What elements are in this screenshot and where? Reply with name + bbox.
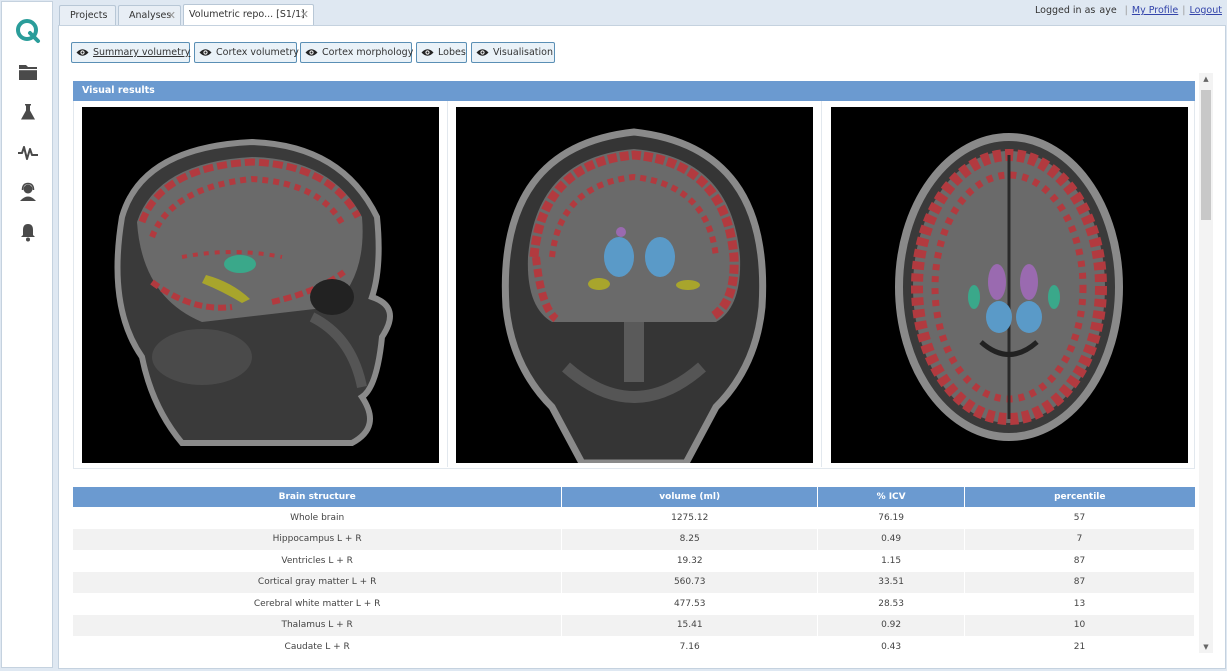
table-row: Cerebral white matter L + R 477.53 28.53 13: [73, 593, 1195, 615]
table-header-row: Brain structure volume (ml) % ICV percen…: [73, 487, 1195, 507]
tab-projects[interactable]: Projects: [59, 5, 116, 26]
column-header[interactable]: volume (ml): [561, 487, 819, 507]
table-cell: 33.51: [817, 571, 966, 593]
flask-icon[interactable]: [2, 98, 54, 126]
column-header[interactable]: Brain structure: [73, 487, 563, 507]
eye-icon: [76, 49, 89, 56]
table-row: Ventricles L + R 19.32 1.15 87: [73, 550, 1195, 572]
viewer-divider: [447, 101, 448, 467]
separator: |: [1182, 5, 1186, 16]
table-cell: 57: [964, 507, 1195, 529]
eye-icon: [421, 49, 434, 56]
button-label: Cortex morphology: [322, 47, 414, 58]
folder-icon[interactable]: [2, 58, 54, 86]
table-cell: 7.16: [561, 636, 819, 657]
column-header[interactable]: percentile: [964, 487, 1195, 507]
table-row: Thalamus L + R 15.41 0.92 10: [73, 614, 1195, 636]
table-cell: 1275.12: [561, 507, 819, 529]
table-cell: 21: [964, 636, 1195, 657]
button-label: Visualisation: [493, 47, 553, 58]
table-cell: Hippocampus L + R: [73, 528, 563, 550]
logged-in-label: Logged in as: [1035, 5, 1096, 16]
table-cell: Cerebral white matter L + R: [73, 593, 563, 615]
cortex-volumetry-button[interactable]: Cortex volumetry: [194, 42, 299, 63]
visualisation-button[interactable]: Visualisation: [471, 42, 555, 63]
separator: |: [1124, 5, 1128, 16]
table-cell: 87: [964, 571, 1195, 593]
tab-volumetric-report[interactable]: Volumetric repo... [S1/1] ✕: [183, 4, 314, 26]
visual-results-header: Visual results: [73, 81, 1195, 101]
report-content: Visual results Brain structure volume (m…: [72, 80, 1198, 657]
table-cell: 13: [964, 593, 1195, 615]
table-cell: 19.32: [561, 550, 819, 572]
button-label: Summary volumetry: [93, 47, 191, 58]
table-cell: Thalamus L + R: [73, 614, 563, 636]
main-panel: Summary volumetry Cortex volumetry Corte…: [58, 25, 1226, 669]
summary-volumetry-button[interactable]: Summary volumetry: [71, 42, 190, 63]
axial-mri-view[interactable]: [831, 107, 1188, 463]
volumetry-table: Brain structure volume (ml) % ICV percen…: [73, 487, 1195, 657]
my-profile-link[interactable]: My Profile: [1132, 5, 1178, 16]
table-cell: 560.73: [561, 571, 819, 593]
table-cell: 87: [964, 550, 1195, 572]
scroll-down-icon[interactable]: ▼: [1199, 641, 1213, 653]
close-icon[interactable]: ✕: [300, 5, 309, 25]
eye-icon: [305, 49, 318, 56]
tab-label: Volumetric repo... [S1/1]: [189, 9, 305, 20]
user-support-icon[interactable]: [2, 178, 54, 206]
username: aye: [1099, 5, 1117, 16]
table-cell: 15.41: [561, 614, 819, 636]
scrollbar-thumb[interactable]: [1201, 90, 1211, 220]
table-row: Caudate L + R 7.16 0.43 21: [73, 636, 1195, 657]
table-cell: 76.19: [817, 507, 966, 529]
table-cell: Cortical gray matter L + R: [73, 571, 563, 593]
table-cell: 28.53: [817, 593, 966, 615]
close-icon[interactable]: ✕: [167, 6, 176, 26]
bell-icon[interactable]: [2, 218, 54, 246]
button-label: Cortex volumetry: [216, 47, 299, 58]
tab-analyses[interactable]: Analyses ✕: [118, 5, 181, 26]
tab-label: Projects: [70, 10, 108, 21]
coronal-mri-view[interactable]: [456, 107, 813, 463]
table-cell: Whole brain: [73, 507, 563, 529]
logout-link[interactable]: Logout: [1189, 5, 1222, 16]
tab-label: Analyses: [129, 10, 172, 21]
logo-q-icon[interactable]: [2, 17, 54, 45]
scroll-up-icon[interactable]: ▲: [1199, 73, 1213, 85]
viewer-divider: [821, 101, 822, 467]
table-cell: Ventricles L + R: [73, 550, 563, 572]
table-cell: 7: [964, 528, 1195, 550]
table-cell: 0.92: [817, 614, 966, 636]
table-row: Whole brain 1275.12 76.19 57: [73, 507, 1195, 529]
table-cell: 0.49: [817, 528, 966, 550]
eye-icon: [199, 49, 212, 56]
sagittal-mri-view[interactable]: [82, 107, 439, 463]
vertical-scrollbar[interactable]: ▲ ▼: [1199, 73, 1213, 653]
lobes-button[interactable]: Lobes: [416, 42, 467, 63]
button-label: Lobes: [438, 47, 466, 58]
cortex-morphology-button[interactable]: Cortex morphology: [300, 42, 414, 63]
table-cell: 1.15: [817, 550, 966, 572]
column-header[interactable]: % ICV: [817, 487, 966, 507]
table-row: Cortical gray matter L + R 560.73 33.51 87: [73, 571, 1195, 593]
app-sidebar: [1, 1, 53, 668]
pulse-icon[interactable]: [2, 138, 54, 166]
table-cell: Caudate L + R: [73, 636, 563, 657]
table-cell: 10: [964, 614, 1195, 636]
table-row: Hippocampus L + R 8.25 0.49 7: [73, 528, 1195, 550]
visual-results-panel: [73, 101, 1195, 469]
user-bar: Logged in as aye | My Profile | Logout: [1035, 5, 1222, 16]
table-cell: 477.53: [561, 593, 819, 615]
table-cell: 8.25: [561, 528, 819, 550]
table-cell: 0.43: [817, 636, 966, 657]
eye-icon: [476, 49, 489, 56]
